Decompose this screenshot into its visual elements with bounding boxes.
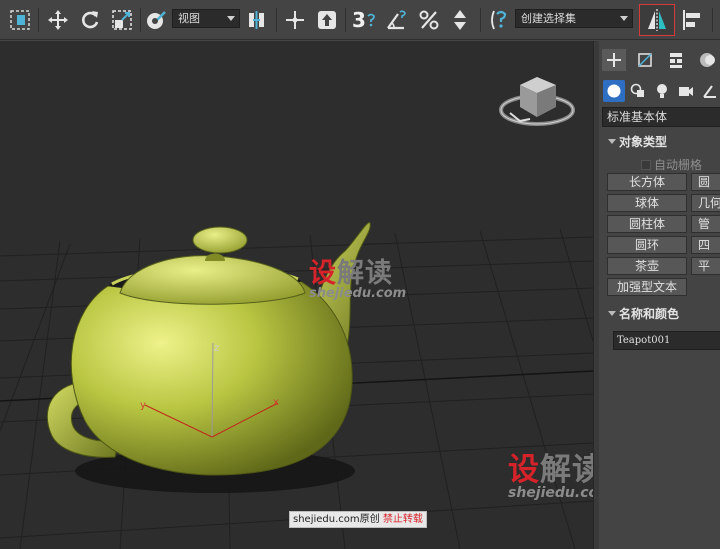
percent-snap-icon[interactable] [415, 6, 443, 34]
reference-coord-value: 视图 [178, 12, 200, 25]
reference-coord-dropdown[interactable]: 视图 [172, 9, 240, 28]
name-color-title: 名称和颜色 [619, 307, 680, 321]
tube-button[interactable]: 管 [691, 215, 720, 233]
object-type-rollout-header[interactable]: 对象类型 [601, 132, 720, 152]
view-cube[interactable] [499, 77, 575, 126]
x-axis-label: x [273, 397, 279, 408]
modify-tab-icon[interactable] [633, 49, 657, 71]
watermark-char-red: 设 [309, 258, 337, 289]
keyboard-shortcut-icon[interactable] [313, 6, 341, 34]
mirror-icon [648, 9, 666, 31]
collapse-triangle-icon [608, 311, 616, 316]
select-rotate-icon[interactable] [76, 6, 104, 34]
collapse-triangle-icon [608, 139, 616, 144]
text-plus-button[interactable]: 加强型文本 [607, 278, 687, 296]
credit-label: shejiedu.com原创 禁止转载 [289, 511, 427, 528]
teapot-lid [119, 255, 306, 305]
pyramid-button[interactable]: 四 [691, 236, 720, 254]
placement-icon[interactable] [143, 6, 169, 34]
create-tab-icon[interactable] [602, 49, 626, 71]
chevron-down-icon [620, 16, 628, 21]
object-name-field[interactable]: Teapot001 [613, 331, 720, 350]
watermark-char-gray: 解读 [540, 452, 593, 488]
autogrid-label: 自动栅格 [654, 158, 703, 172]
align-icon[interactable] [679, 6, 705, 34]
perspective-viewport[interactable]: z y x 设解读 shejiedu.com 设解读 shejiedu.com … [0, 41, 593, 549]
plane-button[interactable]: 平 [691, 257, 720, 275]
category-value: 标准基本体 [607, 110, 668, 124]
teapot-body [70, 280, 353, 476]
object-name-value: Teapot001 [617, 335, 671, 346]
snap-label: 3 [352, 8, 366, 32]
select-region-icon[interactable] [6, 6, 34, 34]
angle-snap-icon[interactable] [382, 6, 410, 34]
checkbox-box [641, 159, 651, 170]
box-button[interactable]: 长方体 [607, 173, 687, 191]
watermark-url: shejiedu.com [508, 485, 593, 501]
chevron-down-icon [227, 16, 235, 21]
command-panel: 标准基本体 对象类型 自动栅格 长方体 圆 球体 几何 圆柱体 管 圆环 四 茶… [599, 41, 720, 549]
motion-tab-icon[interactable] [695, 49, 719, 71]
watermark-char-gray: 解读 [337, 258, 393, 289]
y-axis-label: y [140, 400, 146, 411]
teapot-knob [192, 226, 248, 254]
credit-suffix: 禁止转载 [382, 514, 423, 525]
key-mode-icon[interactable] [282, 6, 308, 34]
select-move-icon[interactable] [44, 6, 72, 34]
autogrid-checkbox[interactable]: 自动栅格 [641, 156, 702, 173]
helpers-icon[interactable] [699, 80, 720, 102]
watermark-url: shejiedu.com [309, 286, 407, 301]
lights-icon[interactable] [651, 80, 673, 102]
viewport-scene: z y x [0, 77, 593, 549]
name-color-rollout-header[interactable]: 名称和颜色 [601, 304, 720, 324]
pivot-center-icon[interactable] [243, 6, 271, 34]
watermark-bottom-right: 设解读 shejiedu.com [508, 444, 593, 501]
shapes-icon[interactable] [627, 80, 649, 102]
named-selection-value: 创建选择集 [521, 12, 576, 25]
select-scale-icon[interactable] [108, 6, 136, 34]
named-selection-dropdown[interactable]: 创建选择集 [515, 9, 633, 28]
watermark-char-red: 设 [508, 452, 540, 488]
teapot-button[interactable]: 茶壶 [607, 257, 687, 275]
mirror-button[interactable] [639, 4, 675, 36]
main-toolbar: 视图 3 创建选择集 [0, 0, 720, 40]
geometry-icon[interactable] [603, 80, 625, 102]
cameras-icon[interactable] [675, 80, 697, 102]
geosphere-button[interactable]: 几何 [691, 194, 720, 212]
credit-prefix: shejiedu.com原创 [293, 514, 380, 525]
watermark-center: 设解读 shejiedu.com [309, 251, 406, 301]
z-axis-label: z [214, 343, 219, 354]
cone-button[interactable]: 圆 [691, 173, 720, 191]
edit-named-selection-icon[interactable] [485, 6, 513, 34]
category-dropdown[interactable]: 标准基本体 [602, 107, 720, 127]
object-type-title: 对象类型 [619, 135, 668, 149]
cylinder-button[interactable]: 圆柱体 [607, 215, 687, 233]
hierarchy-tab-icon[interactable] [664, 49, 688, 71]
spinner-snap-icon[interactable] [446, 6, 474, 34]
torus-button[interactable]: 圆环 [607, 236, 687, 254]
snaps-toggle-icon[interactable]: 3 [350, 6, 378, 34]
sphere-button[interactable]: 球体 [607, 194, 687, 212]
